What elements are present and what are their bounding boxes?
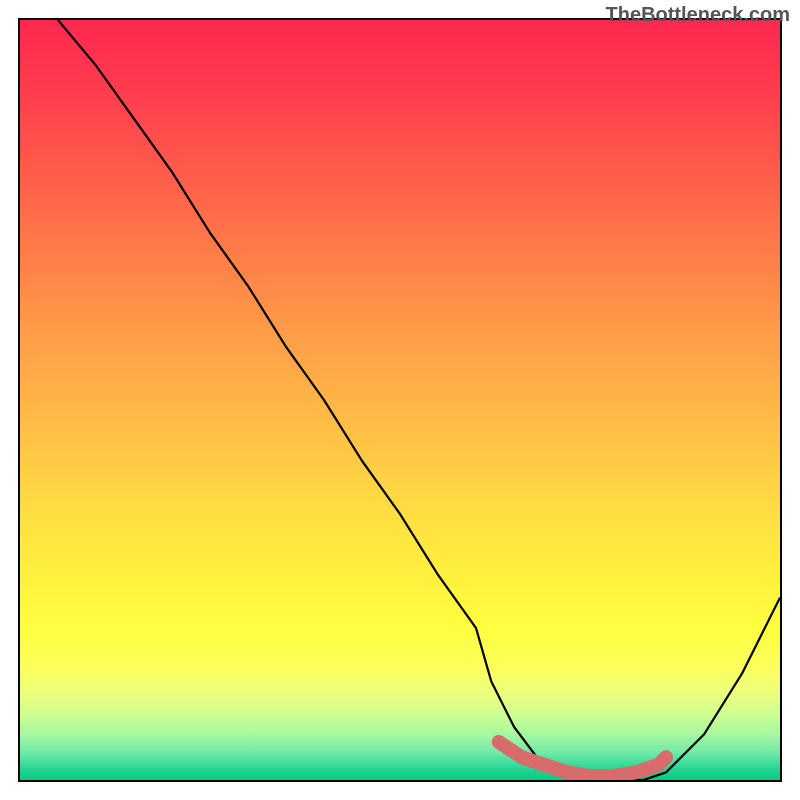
chart-area	[18, 18, 782, 782]
curve-svg	[20, 20, 780, 780]
bottleneck-curve-path	[58, 20, 780, 780]
optimal-band-path	[499, 742, 666, 776]
watermark-text: TheBottleneck.com	[606, 4, 790, 27]
